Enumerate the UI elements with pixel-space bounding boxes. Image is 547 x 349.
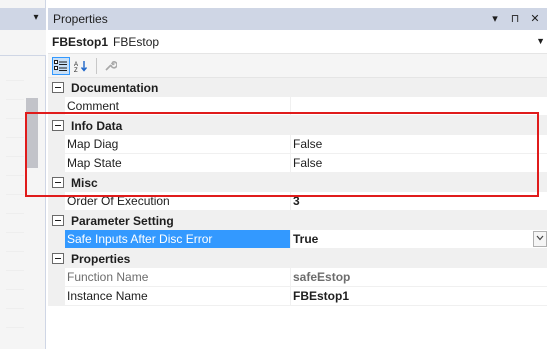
property-row-instance-name[interactable]: Instance Name FBEstop1 <box>48 287 547 306</box>
pin-icon[interactable]: ⊓ <box>507 11 523 27</box>
left-panel-toolbar <box>0 30 46 56</box>
property-name: Order Of Execution <box>65 192 291 211</box>
category-parameter-setting[interactable]: Parameter Setting <box>48 211 547 230</box>
category-properties[interactable]: Properties <box>48 249 547 268</box>
property-row-safe-inputs-after-disc-error[interactable]: Safe Inputs After Disc Error True <box>48 230 547 249</box>
category-info-data[interactable]: Info Data <box>48 116 547 135</box>
property-name: Map Diag <box>65 135 291 154</box>
left-panel-scrollbar[interactable] <box>26 98 38 168</box>
object-name: FBEstop1 <box>52 34 109 49</box>
window-position-dropdown-icon[interactable]: ▾ <box>487 11 503 27</box>
property-name: Map State <box>65 154 291 173</box>
left-panel-dropdown-icon[interactable]: ▾ <box>30 12 42 24</box>
property-name: Comment <box>65 97 291 116</box>
properties-window: Properties ▾ ⊓ ✕ FBEstop1 FBEstop ▼ A Z <box>48 8 547 349</box>
object-type: FBEstop <box>113 34 160 49</box>
left-panel-list <box>6 62 24 342</box>
svg-text:Z: Z <box>74 68 78 72</box>
category-label: Misc <box>71 175 98 190</box>
category-label: Info Data <box>71 118 123 133</box>
category-label: Documentation <box>71 80 159 95</box>
left-docked-panel: ▾ <box>0 0 46 349</box>
property-value[interactable]: FBEstop1 <box>291 287 547 306</box>
category-label: Properties <box>71 251 131 266</box>
alphabetical-icon[interactable]: A Z <box>72 57 90 75</box>
property-row-map-diag[interactable]: Map Diag False <box>48 135 547 154</box>
property-value[interactable]: 3 <box>291 192 547 211</box>
property-row-comment[interactable]: Comment <box>48 97 547 116</box>
property-value-dropdown[interactable]: True <box>291 230 547 249</box>
property-value: True <box>293 232 319 246</box>
property-value[interactable]: False <box>291 154 547 173</box>
property-name: Function Name <box>65 268 291 287</box>
property-row-order-of-execution[interactable]: Order Of Execution 3 <box>48 192 547 211</box>
property-value[interactable]: False <box>291 135 547 154</box>
category-misc[interactable]: Misc <box>48 173 547 192</box>
collapse-icon[interactable] <box>52 177 64 188</box>
property-value[interactable] <box>291 97 547 116</box>
collapse-icon[interactable] <box>52 215 64 226</box>
property-grid: Documentation Comment Info Data Map Diag… <box>48 78 547 306</box>
properties-toolbar: A Z <box>48 54 547 78</box>
chevron-down-icon[interactable] <box>533 231 547 247</box>
property-name: Instance Name <box>65 287 291 306</box>
property-name: Safe Inputs After Disc Error <box>65 230 291 249</box>
property-value: safeEstop <box>291 268 547 287</box>
property-row-function-name[interactable]: Function Name safeEstop <box>48 268 547 287</box>
collapse-icon[interactable] <box>52 82 64 93</box>
category-label: Parameter Setting <box>71 213 174 228</box>
object-selector-chevron-icon[interactable]: ▼ <box>536 36 545 46</box>
object-selector[interactable]: FBEstop1 FBEstop ▼ <box>48 30 547 54</box>
collapse-icon[interactable] <box>52 253 64 264</box>
collapse-icon[interactable] <box>52 120 64 131</box>
categorized-icon[interactable] <box>52 56 70 75</box>
category-documentation[interactable]: Documentation <box>48 78 547 97</box>
close-icon[interactable]: ✕ <box>527 11 543 27</box>
property-row-map-state[interactable]: Map State False <box>48 154 547 173</box>
properties-titlebar: Properties ▾ ⊓ ✕ <box>48 8 547 30</box>
toolbar-separator <box>96 57 97 74</box>
properties-title: Properties <box>53 12 108 26</box>
wrench-icon[interactable] <box>101 57 119 75</box>
